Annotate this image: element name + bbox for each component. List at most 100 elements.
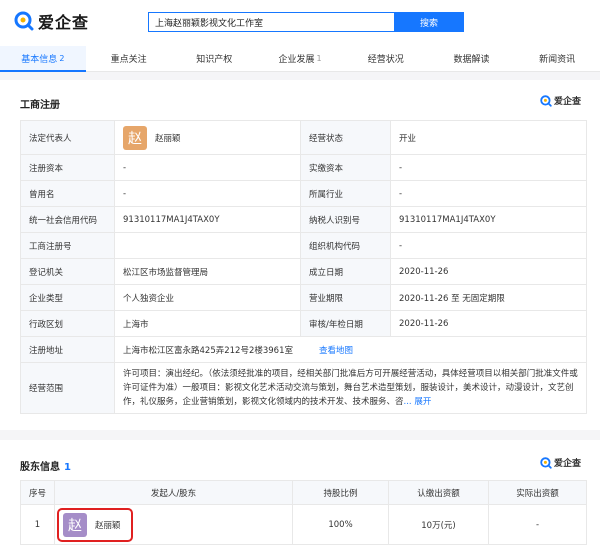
field-label: 审核/年检日期: [300, 310, 391, 337]
tab-label: 知识产权: [196, 55, 233, 65]
aiqicha-logo-icon: [14, 11, 34, 31]
field-value: 个人独资企业: [114, 284, 301, 311]
table-row: 行政区划 上海市 审核/年检日期 2020-11-26: [20, 310, 587, 337]
scope-cell: 许可项目：演出经纪。（依法须经批准的项目，经相关部门批准后方可开展经营活动，具体…: [114, 362, 587, 414]
subscribed-capital: 10万(元): [388, 504, 489, 545]
tab-label: 基本信息: [21, 55, 58, 65]
aiqicha-logo-icon: [540, 456, 552, 469]
aiqicha-badge: 爱企查: [540, 456, 581, 469]
brand-name: 爱企查: [38, 13, 90, 32]
table-row: 曾用名 - 所属行业 -: [20, 180, 587, 207]
tab-key-attention[interactable]: 重点关注: [86, 46, 172, 71]
table-row: 登记机关 松江区市场监督管理局 成立日期 2020-11-26: [20, 258, 587, 285]
tab-development[interactable]: 企业发展 1: [257, 46, 343, 71]
field-label: 行政区划: [20, 310, 115, 337]
field-label: 登记机关: [20, 258, 115, 285]
field-value: 上海市: [114, 310, 301, 337]
row-index: 1: [20, 504, 55, 545]
tab-bar: 基本信息 2 重点关注 知识产权 企业发展 1 经营状况 数据解读 新闻资讯: [0, 46, 600, 72]
field-value: -: [114, 180, 301, 207]
tab-basic-info[interactable]: 基本信息 2: [0, 46, 86, 72]
table-row: 企业类型 个人独资企业 营业期限 2020-11-26 至 无固定期限: [20, 284, 587, 311]
actual-capital: -: [488, 504, 587, 545]
field-label: 营业期限: [300, 284, 391, 311]
share-ratio: 100%: [292, 504, 389, 545]
field-label: 企业类型: [20, 284, 115, 311]
business-section-title: 工商注册: [20, 100, 60, 111]
shareholder-cell: 赵 赵丽颖: [54, 504, 293, 545]
shareholder-highlight[interactable]: 赵 赵丽颖: [57, 507, 133, 542]
tab-count: 2: [59, 54, 65, 63]
table-row: 工商注册号 组织机构代码 -: [20, 232, 587, 259]
address-value: 上海市松江区富永路425弄212号2楼3961室: [123, 345, 293, 356]
tab-label: 企业发展: [278, 55, 315, 65]
aiqicha-logo-icon: [540, 94, 552, 107]
field-label: 经营状态: [300, 120, 391, 155]
divider: [0, 72, 600, 80]
view-map-link[interactable]: 查看地图: [319, 346, 353, 356]
tab-label: 数据解读: [453, 55, 490, 65]
field-label: 实缴资本: [300, 154, 391, 181]
shareholder-name[interactable]: 赵丽颖: [95, 519, 121, 531]
column-header: 实际出资额: [488, 480, 587, 505]
tab-operations[interactable]: 经营状况: [343, 46, 429, 71]
search-input[interactable]: 上海赵丽颖影视文化工作室: [148, 12, 394, 32]
field-label: 纳税人识别号: [300, 206, 391, 233]
field-value: 松江区市场监督管理局: [114, 258, 301, 285]
field-value: 开业: [390, 120, 587, 155]
field-value: -: [114, 154, 301, 181]
field-value: 2020-11-26: [390, 310, 587, 337]
field-label: 组织机构代码: [300, 232, 391, 259]
brand-logo[interactable]: 爱企查: [14, 10, 89, 32]
shareholder-table: 序号 发起人/股东 持股比例 认缴出资额 实际出资额 1 赵 赵丽颖 100% …: [20, 480, 587, 545]
tab-label: 新闻资讯: [539, 55, 576, 65]
field-label: 曾用名: [20, 180, 115, 207]
business-info-table: 法定代表人 赵 赵丽颖 经营状态 开业 注册资本 - 实缴资本 - 曾用名 - …: [20, 120, 587, 414]
field-value: -: [390, 154, 587, 181]
field-label: 成立日期: [300, 258, 391, 285]
aiqicha-badge: 爱企查: [540, 94, 581, 107]
column-header: 持股比例: [292, 480, 389, 505]
tab-label: 重点关注: [110, 55, 147, 65]
field-label: 所属行业: [300, 180, 391, 207]
field-label: 统一社会信用代码: [20, 206, 115, 233]
tab-label: 经营状况: [367, 55, 404, 65]
search-button[interactable]: 搜索: [394, 12, 464, 32]
field-value: -: [390, 180, 587, 207]
field-value: [114, 232, 301, 259]
field-value: 2020-11-26 至 无固定期限: [390, 284, 587, 311]
table-row: 经营范围 许可项目：演出经纪。（依法须经批准的项目，经相关部门批准后方可开展经营…: [20, 362, 587, 414]
table-header-row: 序号 发起人/股东 持股比例 认缴出资额 实际出资额: [20, 480, 587, 505]
field-value: 91310117MA1J4TAX0Y: [390, 206, 587, 233]
legal-representative[interactable]: 赵 赵丽颖: [114, 120, 301, 155]
tab-ip[interactable]: 知识产权: [171, 46, 257, 71]
field-label: 法定代表人: [20, 120, 115, 155]
tab-count: 1: [316, 54, 322, 63]
tab-data-analysis[interactable]: 数据解读: [429, 46, 515, 71]
expand-link[interactable]: ... 展开: [404, 397, 432, 407]
field-value: -: [390, 232, 587, 259]
header: 爱企查 上海赵丽颖影视文化工作室 搜索: [0, 0, 600, 44]
business-scope: 许可项目：演出经纪。（依法须经批准的项目，经相关部门批准后方可开展经营活动，具体…: [123, 369, 578, 407]
table-row: 注册资本 - 实缴资本 -: [20, 154, 587, 181]
field-label: 注册资本: [20, 154, 115, 181]
table-row: 注册地址 上海市松江区富永路425弄212号2楼3961室 查看地图: [20, 336, 587, 363]
badge-text: 爱企查: [554, 97, 582, 107]
field-value: 91310117MA1J4TAX0Y: [114, 206, 301, 233]
badge-text: 爱企查: [554, 459, 582, 469]
field-value: 2020-11-26: [390, 258, 587, 285]
column-header: 发起人/股东: [54, 480, 293, 505]
representative-name[interactable]: 赵丽颖: [155, 132, 181, 144]
divider: [0, 430, 600, 440]
table-row: 统一社会信用代码 91310117MA1J4TAX0Y 纳税人识别号 91310…: [20, 206, 587, 233]
tab-news[interactable]: 新闻资讯: [514, 46, 600, 71]
column-header: 认缴出资额: [388, 480, 489, 505]
shareholder-section-title: 股东信息 1: [20, 458, 71, 473]
field-label: 经营范围: [20, 362, 115, 414]
address-cell: 上海市松江区富永路425弄212号2楼3961室 查看地图: [114, 336, 587, 363]
column-header: 序号: [20, 480, 55, 505]
shareholder-title-text: 股东信息: [20, 462, 60, 473]
shareholder-count: 1: [64, 462, 71, 473]
field-label: 工商注册号: [20, 232, 115, 259]
table-row: 法定代表人 赵 赵丽颖 经营状态 开业: [20, 120, 587, 155]
